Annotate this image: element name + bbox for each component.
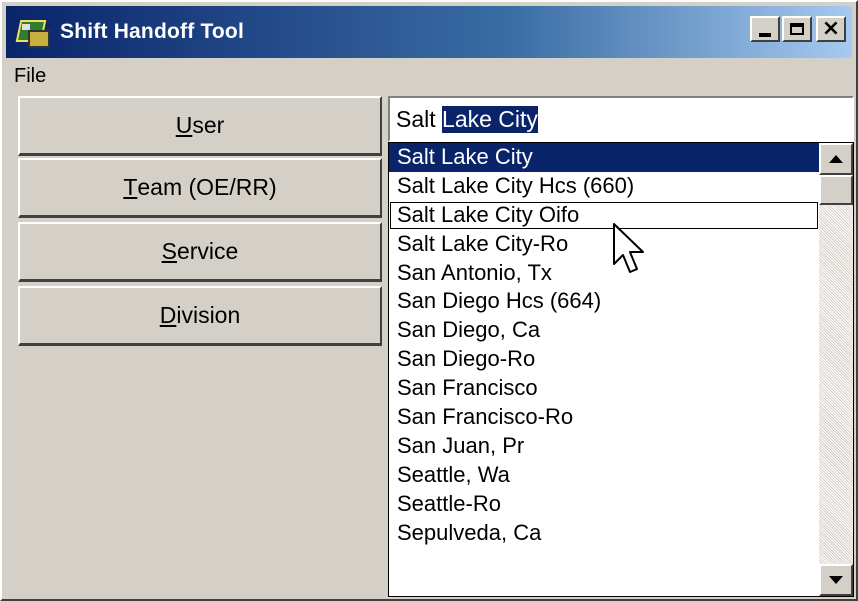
team-accel: T bbox=[123, 174, 138, 200]
list-item[interactable]: Seattle-Ro bbox=[389, 490, 819, 519]
list-item[interactable]: Seattle, Wa bbox=[389, 461, 819, 490]
location-dropdown-list[interactable]: Salt Lake City Salt Lake City Hcs (660) Sa… bbox=[388, 142, 854, 597]
list-item[interactable]: Sepulveda, Ca bbox=[389, 519, 819, 548]
scroll-up-button[interactable] bbox=[819, 143, 853, 175]
maximize-icon bbox=[790, 23, 804, 35]
service-button[interactable]: Service bbox=[18, 222, 382, 282]
minimize-button[interactable] bbox=[750, 16, 780, 42]
arrow-down-icon bbox=[829, 576, 843, 584]
window-controls: × bbox=[748, 16, 846, 42]
user-accel: U bbox=[175, 112, 193, 138]
menu-file[interactable]: File bbox=[14, 65, 46, 88]
team-button[interactable]: Team (OE/RR) bbox=[18, 158, 382, 218]
list-item[interactable]: San Diego, Ca bbox=[389, 316, 819, 345]
list-items: Salt Lake City Salt Lake City Hcs (660) Sa… bbox=[389, 143, 819, 547]
service-accel: S bbox=[161, 238, 177, 264]
scroll-down-button[interactable] bbox=[819, 564, 853, 596]
list-item[interactable]: San Diego-Ro bbox=[389, 345, 819, 374]
division-button[interactable]: Division bbox=[18, 286, 382, 346]
arrow-up-icon bbox=[829, 155, 843, 163]
title-bar[interactable]: Shift Handoff Tool × bbox=[6, 6, 852, 58]
list-item[interactable]: Salt Lake City Hcs (660) bbox=[389, 172, 819, 201]
team-label: eam (OE/RR) bbox=[137, 174, 277, 200]
list-item[interactable]: San Francisco-Ro bbox=[389, 403, 819, 432]
combo-autocomplete-selection: Lake City bbox=[442, 105, 538, 133]
list-item[interactable]: San Antonio, Tx bbox=[389, 259, 819, 288]
location-combo-input[interactable]: Salt Lake City bbox=[388, 96, 854, 142]
user-button[interactable]: User bbox=[18, 96, 382, 156]
list-item[interactable]: San Diego Hcs (664) bbox=[389, 287, 819, 316]
combo-typed-text: Salt bbox=[396, 105, 443, 132]
division-label: ivision bbox=[176, 302, 241, 328]
dropdown-scrollbar[interactable] bbox=[819, 143, 853, 596]
list-item[interactable]: Salt Lake City-Ro bbox=[389, 230, 819, 259]
division-accel: D bbox=[159, 302, 177, 328]
user-label: ser bbox=[192, 112, 225, 138]
list-item[interactable]: Salt Lake City bbox=[389, 143, 819, 172]
close-button[interactable]: × bbox=[816, 16, 846, 42]
app-map-icon bbox=[15, 16, 50, 48]
close-icon: × bbox=[821, 16, 841, 41]
service-label: ervice bbox=[176, 238, 239, 264]
list-item[interactable]: Salt Lake City Oifo bbox=[389, 201, 819, 230]
list-item[interactable]: San Francisco bbox=[389, 374, 819, 403]
scroll-thumb[interactable] bbox=[819, 175, 853, 205]
menu-bar: File bbox=[6, 60, 852, 92]
maximize-button[interactable] bbox=[782, 16, 812, 42]
list-item[interactable]: San Juan, Pr bbox=[389, 432, 819, 461]
window-title: Shift Handoff Tool bbox=[60, 20, 244, 43]
minimize-icon bbox=[759, 33, 771, 37]
